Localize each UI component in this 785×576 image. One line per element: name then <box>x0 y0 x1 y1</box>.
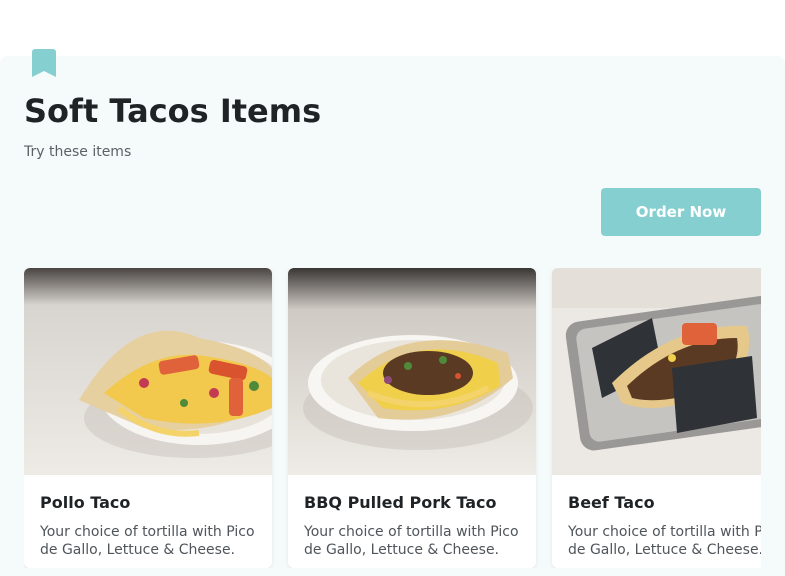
item-card-pollo-taco[interactable]: Pollo Taco Your choice of tortilla with … <box>24 268 272 568</box>
item-name[interactable]: Beef Taco <box>568 493 655 512</box>
item-description: Your choice of tortilla with Pico de Gal… <box>568 524 761 558</box>
item-name[interactable]: BBQ Pulled Pork Taco <box>304 493 496 512</box>
item-card-beef-taco[interactable]: Beef Taco Your choice of tortilla with P… <box>552 268 761 568</box>
section-title: Soft Tacos Items <box>24 92 322 130</box>
item-description: Your choice of tortilla with Pico de Gal… <box>304 524 519 558</box>
item-card-bbq-pulled-pork-taco[interactable]: BBQ Pulled Pork Taco Your choice of tort… <box>288 268 536 568</box>
items-carousel: Pollo Taco Your choice of tortilla with … <box>24 268 761 568</box>
section-subtitle: Try these items <box>24 144 132 160</box>
item-name[interactable]: Pollo Taco <box>40 493 130 512</box>
pollo-taco-image[interactable] <box>24 268 272 475</box>
item-description: Your choice of tortilla with Pico de Gal… <box>40 524 255 558</box>
bbq-pulled-pork-taco-image[interactable] <box>288 268 536 475</box>
bookmark-icon[interactable] <box>32 49 56 77</box>
order-now-button[interactable]: Order Now <box>601 188 761 236</box>
beef-taco-image[interactable] <box>552 268 761 475</box>
